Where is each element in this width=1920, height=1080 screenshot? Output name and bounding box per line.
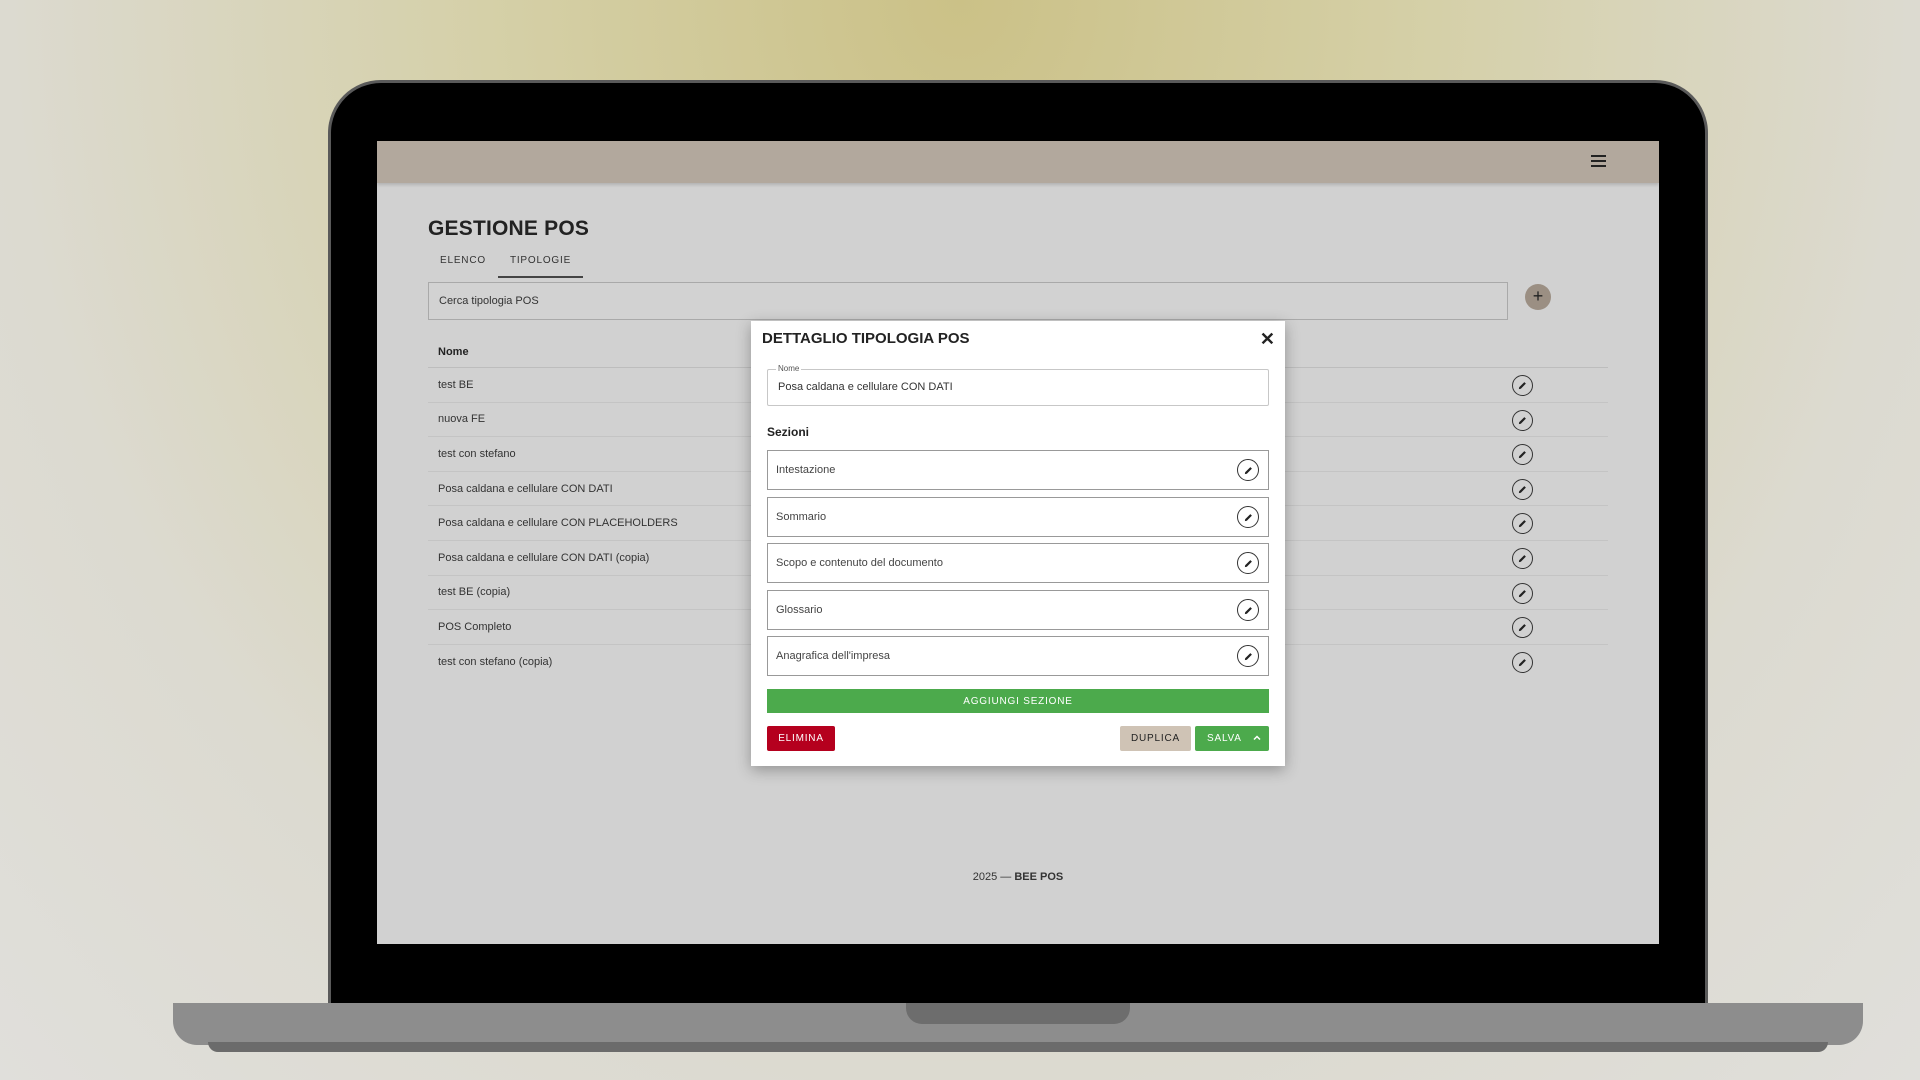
top-bar <box>377 141 1659 183</box>
close-icon[interactable]: ✕ <box>1260 330 1275 348</box>
tab-elenco[interactable]: ELENCO <box>428 249 498 278</box>
section-label: Sommario <box>776 511 827 523</box>
name-field[interactable]: Nome Posa caldana e cellulare CON DATI <box>767 364 1269 406</box>
pencil-icon[interactable] <box>1512 375 1533 396</box>
sections-title: Sezioni <box>767 425 810 439</box>
pencil-icon[interactable] <box>1512 547 1533 569</box>
pencil-icon[interactable] <box>1237 506 1259 528</box>
section-label: Glossario <box>776 604 823 616</box>
pencil-icon[interactable] <box>1237 645 1259 667</box>
chevron-up-icon[interactable] <box>1252 733 1262 746</box>
laptop-notch <box>906 1003 1130 1024</box>
section-item[interactable]: Glossario <box>767 590 1269 630</box>
pencil-icon[interactable] <box>1512 444 1533 466</box>
section-label: Anagrafica dell'impresa <box>776 650 890 662</box>
pencil-icon[interactable] <box>1512 617 1533 639</box>
save-button-label: SALVA <box>1207 733 1242 744</box>
footer-year: 2025 — <box>972 871 1015 883</box>
footer-brand: BEE POS <box>1014 871 1064 883</box>
pencil-icon[interactable] <box>1512 651 1533 673</box>
row-name: test con stefano <box>438 447 516 460</box>
tab-bar: ELENCO TIPOLOGIE <box>428 249 584 278</box>
row-name: nuova FE <box>438 413 486 426</box>
delete-button[interactable]: ELIMINA <box>767 726 835 751</box>
laptop-foot <box>208 1042 1828 1052</box>
tipologia-detail-modal: DETTAGLIO TIPOLOGIA POS ✕ Nome Posa cald… <box>751 321 1285 766</box>
add-section-button[interactable]: AGGIUNGI SEZIONE <box>767 689 1269 713</box>
pencil-icon[interactable] <box>1237 459 1259 481</box>
duplicate-button[interactable]: DUPLICA <box>1120 726 1191 751</box>
page-title: GESTIONE POS <box>428 217 590 240</box>
footer: 2025 — BEE POS <box>377 871 1659 883</box>
section-item[interactable]: Intestazione <box>767 450 1269 490</box>
pencil-icon[interactable] <box>1237 599 1259 621</box>
plus-icon[interactable]: + <box>1525 284 1551 310</box>
save-button[interactable]: SALVA <box>1195 726 1269 751</box>
section-item[interactable]: Sommario <box>767 497 1269 537</box>
name-field-value: Posa caldana e cellulare CON DATI <box>778 381 953 393</box>
section-label: Scopo e contenuto del documento <box>776 557 943 569</box>
section-item[interactable]: Scopo e contenuto del documento <box>767 543 1269 583</box>
pencil-icon[interactable] <box>1237 552 1259 574</box>
hamburger-menu-icon[interactable] <box>1589 151 1609 171</box>
name-field-label: Nome <box>776 364 802 373</box>
pencil-icon[interactable] <box>1512 582 1533 604</box>
row-name: Posa caldana e cellulare CON PLACEHOLDER… <box>438 517 678 530</box>
search-input[interactable]: Cerca tipologia POS <box>428 282 1508 320</box>
row-name: Posa caldana e cellulare CON DATI (copia… <box>438 551 650 564</box>
app-screen: GESTIONE POS ELENCO TIPOLOGIE Cerca tipo… <box>377 141 1659 944</box>
row-name: POS Completo <box>438 620 512 633</box>
row-name: test con stefano (copia) <box>438 656 553 669</box>
tab-tipologie[interactable]: TIPOLOGIE <box>497 249 584 278</box>
section-item[interactable]: Anagrafica dell'impresa <box>767 636 1269 676</box>
row-name: Posa caldana e cellulare CON DATI <box>438 482 613 495</box>
row-name: test BE (copia) <box>438 586 511 599</box>
pencil-icon[interactable] <box>1512 478 1533 500</box>
section-label: Intestazione <box>776 464 836 476</box>
pencil-icon[interactable] <box>1512 409 1533 431</box>
modal-title: DETTAGLIO TIPOLOGIA POS <box>762 330 970 347</box>
pencil-icon[interactable] <box>1512 513 1533 535</box>
row-name: test BE <box>438 378 474 391</box>
